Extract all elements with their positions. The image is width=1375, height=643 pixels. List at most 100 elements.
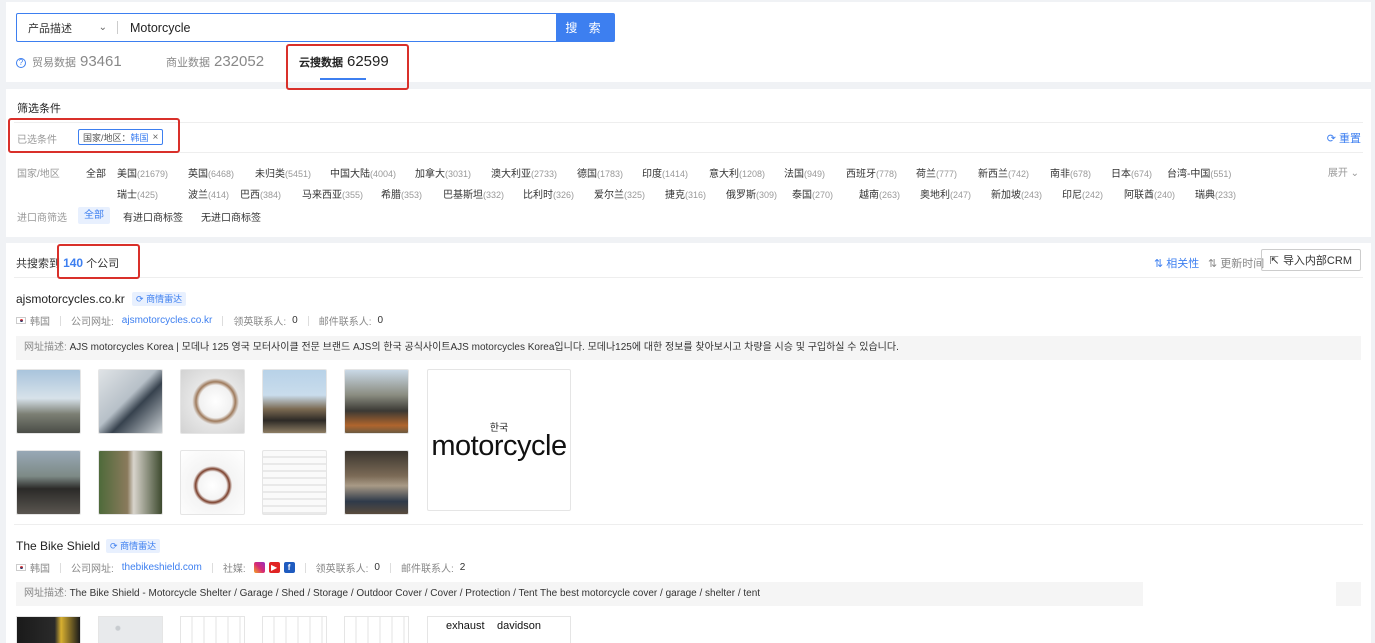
country-name: 印度 bbox=[642, 169, 662, 180]
desc-label: 网址描述: bbox=[24, 588, 67, 599]
country-filter-option[interactable]: 比利时(326) bbox=[523, 186, 574, 201]
country-filter-option[interactable]: 日本(674) bbox=[1111, 165, 1152, 180]
help-icon[interactable]: ? bbox=[16, 58, 26, 68]
country-filter-option[interactable]: 西班牙(778) bbox=[846, 165, 897, 180]
linkedin-contacts-count: 0 bbox=[292, 315, 298, 326]
instagram-icon[interactable] bbox=[253, 562, 265, 573]
sort-relevance[interactable]: ⇅ 相关性 bbox=[1154, 255, 1199, 271]
divider bbox=[60, 562, 61, 573]
country-filter-option[interactable]: 波兰(414) bbox=[188, 186, 229, 201]
country-filter-option[interactable]: 未归类(5451) bbox=[255, 165, 311, 180]
country-count: (1208) bbox=[739, 169, 766, 179]
country-filter-option[interactable]: 英国(6468) bbox=[188, 165, 234, 180]
product-image[interactable] bbox=[344, 369, 409, 434]
tab-business-data[interactable]: 商业数据 232052 bbox=[166, 53, 264, 70]
import-crm-button[interactable]: ⇱ 导入内部CRM bbox=[1260, 249, 1361, 271]
country-filter-option[interactable]: 希腊(353) bbox=[381, 186, 422, 201]
product-image[interactable] bbox=[344, 616, 409, 643]
country-filter-option[interactable]: 荷兰(777) bbox=[916, 165, 957, 180]
country-count: (425) bbox=[137, 190, 159, 200]
country-name: 新加坡 bbox=[991, 190, 1021, 201]
search-type-select[interactable]: 产品描述 ⌄ bbox=[17, 14, 117, 41]
product-image[interactable] bbox=[262, 369, 327, 434]
desc-text: AJS motorcycles Korea | 모데나 125 영국 모터사이클… bbox=[69, 342, 899, 353]
refresh-icon: ⟳ bbox=[1326, 133, 1336, 145]
product-image[interactable] bbox=[98, 450, 163, 515]
linkedin-contacts-count: 0 bbox=[374, 562, 380, 573]
country-name: 中国大陆 bbox=[330, 169, 370, 180]
description-filler bbox=[1336, 582, 1361, 606]
country-filter-option[interactable]: 俄罗斯(309) bbox=[726, 186, 777, 201]
product-image[interactable] bbox=[344, 450, 409, 515]
country-name: 巴基斯坦 bbox=[443, 190, 483, 201]
importer-option-no-tag[interactable]: 无进口商标签 bbox=[201, 209, 261, 224]
country-filter-option[interactable]: 新加坡(243) bbox=[991, 186, 1042, 201]
country-filter-option[interactable]: 印度(1414) bbox=[642, 165, 688, 180]
country-filter-option[interactable]: 奥地利(247) bbox=[920, 186, 971, 201]
product-image[interactable] bbox=[16, 369, 81, 434]
company-website-link[interactable]: ajsmotorcycles.co.kr bbox=[122, 315, 213, 326]
country-filter-option[interactable]: 全部 bbox=[86, 165, 106, 180]
country-filter-option[interactable]: 美国(21679) bbox=[117, 165, 168, 180]
country-filter-option[interactable]: 中国大陆(4004) bbox=[330, 165, 396, 180]
email-contacts-label: 邮件联系人: bbox=[318, 317, 372, 328]
country-filter-option[interactable]: 阿联酋(240) bbox=[1124, 186, 1175, 201]
youtube-icon[interactable]: ▶ bbox=[268, 562, 280, 573]
chevron-down-icon: ⌄ bbox=[98, 22, 107, 33]
product-image[interactable] bbox=[16, 616, 81, 643]
importer-option-all[interactable]: 全部 bbox=[78, 207, 110, 224]
product-image[interactable] bbox=[98, 369, 163, 434]
country-filter-option[interactable]: 捷克(316) bbox=[665, 186, 706, 201]
tab-trade-data[interactable]: ? 贸易数据 93461 bbox=[16, 53, 122, 70]
country-filter-option[interactable]: 法国(949) bbox=[784, 165, 825, 180]
sort-update-time[interactable]: ⇅ 更新时间 bbox=[1208, 255, 1264, 271]
company-name[interactable]: ajsmotorcycles.co.kr bbox=[16, 292, 125, 306]
country-filter-option[interactable]: 瑞典(233) bbox=[1195, 186, 1236, 201]
market-radar-badge[interactable]: ⟳ 商情雷达 bbox=[106, 539, 161, 553]
divider bbox=[304, 562, 306, 573]
product-image[interactable] bbox=[98, 616, 163, 643]
search-button[interactable]: 搜 索 bbox=[556, 14, 614, 41]
country-filter-option[interactable]: 台湾-中国(551) bbox=[1167, 165, 1231, 180]
country-name: 爱尔兰 bbox=[594, 190, 624, 201]
country-filter-option[interactable]: 巴基斯坦(332) bbox=[443, 186, 504, 201]
country-count: (21679) bbox=[137, 169, 169, 179]
product-image[interactable] bbox=[180, 450, 245, 515]
company-name[interactable]: The Bike Shield bbox=[16, 539, 100, 553]
search-input[interactable] bbox=[118, 14, 556, 41]
product-image[interactable] bbox=[180, 369, 245, 434]
country-filter-option[interactable]: 意大利(1208) bbox=[709, 165, 765, 180]
country-count: (325) bbox=[624, 190, 646, 200]
country-name: 德国 bbox=[577, 169, 597, 180]
country-filter-option[interactable]: 加拿大(3031) bbox=[415, 165, 471, 180]
divider bbox=[14, 524, 1363, 525]
company-logo-image[interactable]: 한국 motorcycle bbox=[427, 369, 571, 511]
country-count: (742) bbox=[1008, 169, 1030, 179]
country-name: 西班牙 bbox=[846, 169, 876, 180]
country-filter-option[interactable]: 马来西亚(355) bbox=[302, 186, 363, 201]
product-image[interactable] bbox=[262, 616, 327, 643]
country-filter-option[interactable]: 越南(263) bbox=[859, 186, 900, 201]
country-filter-option[interactable]: 瑞士(425) bbox=[117, 186, 158, 201]
country-filter-option[interactable]: 德国(1783) bbox=[577, 165, 623, 180]
reset-button[interactable]: ⟳ 重置 bbox=[1327, 130, 1361, 146]
country-filter-option[interactable]: 巴西(384) bbox=[240, 186, 281, 201]
email-contacts-count: 0 bbox=[377, 315, 384, 326]
company-logo-image[interactable]: exhaust davidson bbox=[427, 616, 571, 643]
country-filter-option[interactable]: 印尼(242) bbox=[1062, 186, 1103, 201]
expand-button[interactable]: 展开 ⌄ bbox=[1328, 164, 1359, 179]
product-image[interactable] bbox=[16, 450, 81, 515]
importer-option-has-tag[interactable]: 有进口商标签 bbox=[123, 209, 183, 224]
country-filter-option[interactable]: 泰国(270) bbox=[792, 186, 833, 201]
product-image[interactable] bbox=[180, 616, 245, 643]
country-filter-option[interactable]: 爱尔兰(325) bbox=[594, 186, 645, 201]
country-name: 希腊 bbox=[381, 190, 401, 201]
facebook-icon[interactable]: f bbox=[283, 562, 295, 573]
company-website-link[interactable]: thebikeshield.com bbox=[122, 562, 202, 573]
product-image[interactable] bbox=[262, 450, 327, 515]
country-filter-option[interactable]: 澳大利亚(2733) bbox=[491, 165, 557, 180]
country-filter-option[interactable]: 南非(678) bbox=[1050, 165, 1091, 180]
market-radar-badge[interactable]: ⟳ 商情雷达 bbox=[132, 292, 187, 306]
country-filter-option[interactable]: 新西兰(742) bbox=[978, 165, 1029, 180]
divider bbox=[14, 152, 1363, 153]
